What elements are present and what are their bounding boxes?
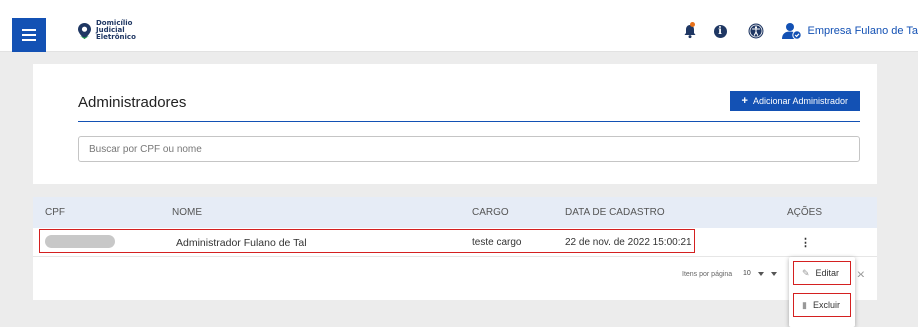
add-admin-button[interactable]: + Adicionar Administrador <box>729 91 860 111</box>
logo-text: Domicílio Judicial Eletrônico <box>96 19 136 41</box>
search-input[interactable] <box>78 136 860 162</box>
cpf-redacted <box>45 235 115 248</box>
col-data: DATA DE CADASTRO <box>565 207 665 218</box>
pencil-icon: ✎ <box>802 267 810 278</box>
plus-icon: + <box>741 95 748 107</box>
trash-icon: ▮ <box>802 299 807 310</box>
add-admin-label: Adicionar Administrador <box>752 96 848 106</box>
table-header: CPF NOME CARGO DATA DE CADASTRO AÇÕES <box>33 197 877 228</box>
location-pin-icon <box>78 22 91 39</box>
company-name[interactable]: Empresa Fulano de Ta <box>808 25 918 37</box>
col-cargo: CARGO <box>472 207 509 218</box>
col-cpf: CPF <box>45 207 65 218</box>
row-data: 22 de nov. de 2022 15:00:21 <box>565 237 692 248</box>
admin-table: CPF NOME CARGO DATA DE CADASTRO AÇÕES Ad… <box>33 197 877 300</box>
items-per-page-select[interactable]: 10 <box>743 270 777 277</box>
bell-icon[interactable] <box>683 22 697 39</box>
menu-icon[interactable] <box>12 18 46 52</box>
logo[interactable]: Domicílio Judicial Eletrônico <box>78 20 136 41</box>
col-nome: NOME <box>172 207 202 218</box>
page-title: Administradores <box>78 94 187 111</box>
chevron-down-icon <box>757 271 764 276</box>
delete-label: Excluir <box>812 300 840 310</box>
edit-menu-item[interactable]: ✎ Editar <box>793 261 851 285</box>
row-nome: Administrador Fulano de Tal <box>176 237 307 249</box>
actions-menu: ✎ Editar ▮ Excluir <box>789 257 855 327</box>
top-bar: Domicílio Judicial Eletrônico i Empresa … <box>0 0 918 52</box>
more-actions-icon[interactable]: ⋮ <box>800 236 811 249</box>
table-row[interactable]: Administrador Fulano de Tal teste cargo … <box>33 228 877 257</box>
prev-page-icon[interactable]: ‹ <box>860 265 865 281</box>
notification-dot <box>689 22 695 27</box>
col-acoes: AÇÕES <box>787 207 823 218</box>
edit-label: Editar <box>815 268 840 278</box>
row-cargo: teste cargo <box>472 237 522 248</box>
admin-card: Administradores + Adicionar Administrado… <box>33 64 877 184</box>
items-per-page-label: Itens por página <box>682 271 733 278</box>
caret-down-icon <box>770 271 777 276</box>
divider <box>78 121 860 122</box>
info-icon[interactable]: i <box>713 24 727 38</box>
accessibility-icon[interactable] <box>748 23 764 39</box>
user-icon[interactable] <box>781 22 802 40</box>
header-actions: i Empresa Fulano de Ta <box>683 22 918 40</box>
delete-menu-item[interactable]: ▮ Excluir <box>793 293 851 317</box>
items-per-page-value: 10 <box>743 270 751 277</box>
